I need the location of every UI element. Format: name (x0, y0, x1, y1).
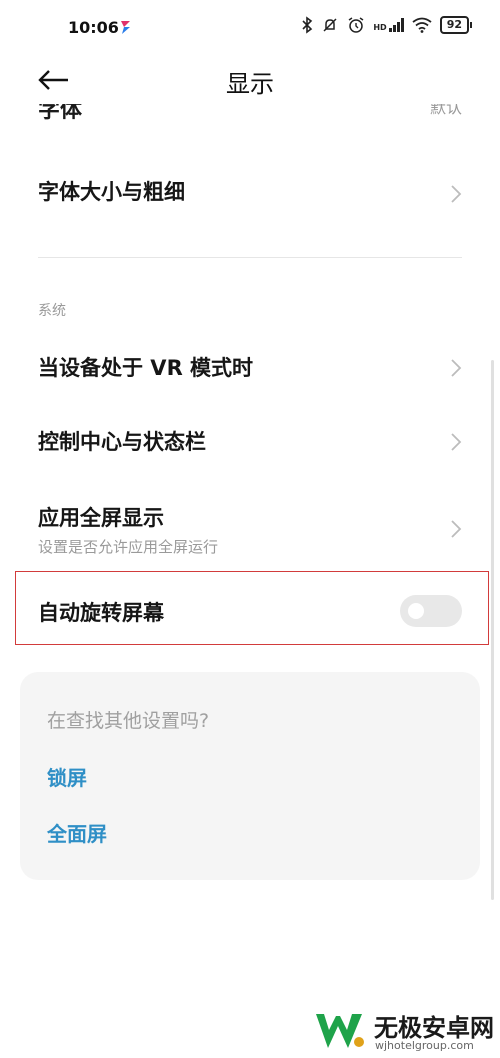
watermark-logo-icon (316, 1014, 364, 1048)
fullscreen-apps-row-label: 应用全屏显示 (38, 506, 164, 530)
hd-label: HD (373, 23, 387, 32)
vr-mode-row-label: 当设备处于 VR 模式时 (38, 356, 254, 380)
chevron-right-icon (451, 359, 462, 377)
status-time: 10:06 (68, 18, 119, 37)
suggestions-title: 在查找其他设置吗? (47, 710, 210, 732)
scrollbar[interactable] (491, 360, 494, 900)
watermark-title: 无极安卓网 (374, 1014, 494, 1042)
font-size-row-label: 字体大小与粗细 (38, 180, 185, 204)
section-title-system: 系统 (38, 303, 66, 319)
font-row[interactable]: 字体 默认 (0, 104, 500, 134)
control-center-row-label: 控制中心与状态栏 (38, 430, 206, 454)
hd-signal-icon: HD (373, 18, 404, 32)
watermark-url: wjhotelgroup.com (375, 1039, 474, 1052)
auto-rotate-row[interactable]: 自动旋转屏幕 (38, 595, 462, 633)
status-bar: 10:06 HD 92 (0, 0, 500, 56)
alarm-icon (348, 17, 364, 33)
font-size-row[interactable]: 字体大小与粗细 (38, 176, 462, 212)
chevron-right-icon (451, 433, 462, 451)
wifi-icon (412, 17, 432, 33)
suggestions-card: 在查找其他设置吗? 锁屏 全面屏 (20, 672, 480, 880)
vr-mode-row[interactable]: 当设备处于 VR 模式时 (38, 352, 462, 388)
page-title: 显示 (226, 70, 274, 98)
toggle-knob (408, 603, 424, 619)
auto-rotate-toggle[interactable] (400, 595, 462, 627)
status-icons: HD 92 (301, 16, 472, 34)
fullscreen-apps-row-subtitle: 设置是否允许应用全屏运行 (38, 538, 219, 556)
chevron-right-icon (451, 520, 462, 538)
font-row-label: 字体 (38, 104, 83, 123)
font-row-value: 默认 (429, 104, 462, 117)
auto-rotate-row-label: 自动旋转屏幕 (38, 601, 164, 625)
section-divider (38, 257, 462, 258)
mute-icon (323, 18, 337, 32)
watermark: 无极安卓网 wjhotelgroup.com (312, 1004, 500, 1058)
app-header: 显示 (0, 56, 500, 104)
bluetooth-icon (302, 16, 313, 34)
battery-icon: 92 (439, 16, 472, 34)
chevron-right-icon (451, 185, 462, 203)
app-notification-icon (121, 21, 130, 34)
suggestion-link-lock-screen[interactable]: 锁屏 (47, 762, 87, 791)
control-center-row[interactable]: 控制中心与状态栏 (38, 426, 462, 462)
battery-level: 92 (439, 16, 469, 34)
suggestion-link-full-screen[interactable]: 全面屏 (47, 818, 107, 847)
fullscreen-apps-row[interactable]: 应用全屏显示 设置是否允许应用全屏运行 (38, 502, 462, 562)
